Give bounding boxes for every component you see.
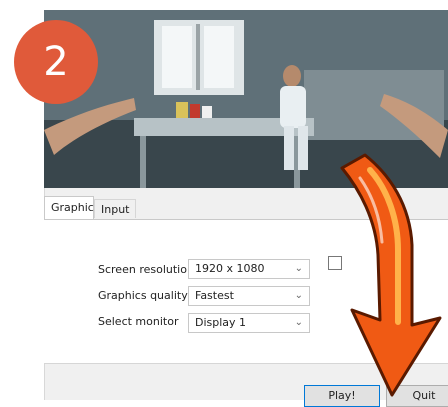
- graphics-quality-value: Fastest: [195, 289, 234, 302]
- play-button[interactable]: Play!: [304, 385, 380, 407]
- screen-resolution-value: 1920 x 1080: [195, 262, 265, 275]
- select-monitor-select[interactable]: Display 1 ⌄: [188, 313, 310, 333]
- chevron-down-icon: ⌄: [294, 317, 303, 328]
- windowed-checkbox[interactable]: [328, 256, 342, 270]
- game-preview-banner: [44, 10, 448, 188]
- select-monitor-label: Select monitor: [98, 315, 179, 328]
- graphics-settings-panel: Screen resolution 1920 x 1080 ⌄ Graphics…: [44, 219, 448, 364]
- chevron-down-icon: ⌄: [294, 290, 303, 301]
- quit-button[interactable]: Quit: [386, 385, 448, 407]
- tab-graphics[interactable]: Graphics: [44, 196, 100, 220]
- tab-input[interactable]: Input: [94, 199, 136, 218]
- screen-resolution-select[interactable]: 1920 x 1080 ⌄: [188, 259, 310, 279]
- graphics-quality-label: Graphics quality: [98, 289, 188, 302]
- settings-tabs: Graphics Input: [44, 196, 448, 220]
- step-number-badge: 2: [14, 20, 98, 104]
- graphics-quality-select[interactable]: Fastest ⌄: [188, 286, 310, 306]
- screen-resolution-label: Screen resolution: [98, 263, 194, 276]
- chevron-down-icon: ⌄: [294, 263, 303, 274]
- hospital-scene-image: [44, 10, 448, 188]
- select-monitor-value: Display 1: [195, 316, 247, 329]
